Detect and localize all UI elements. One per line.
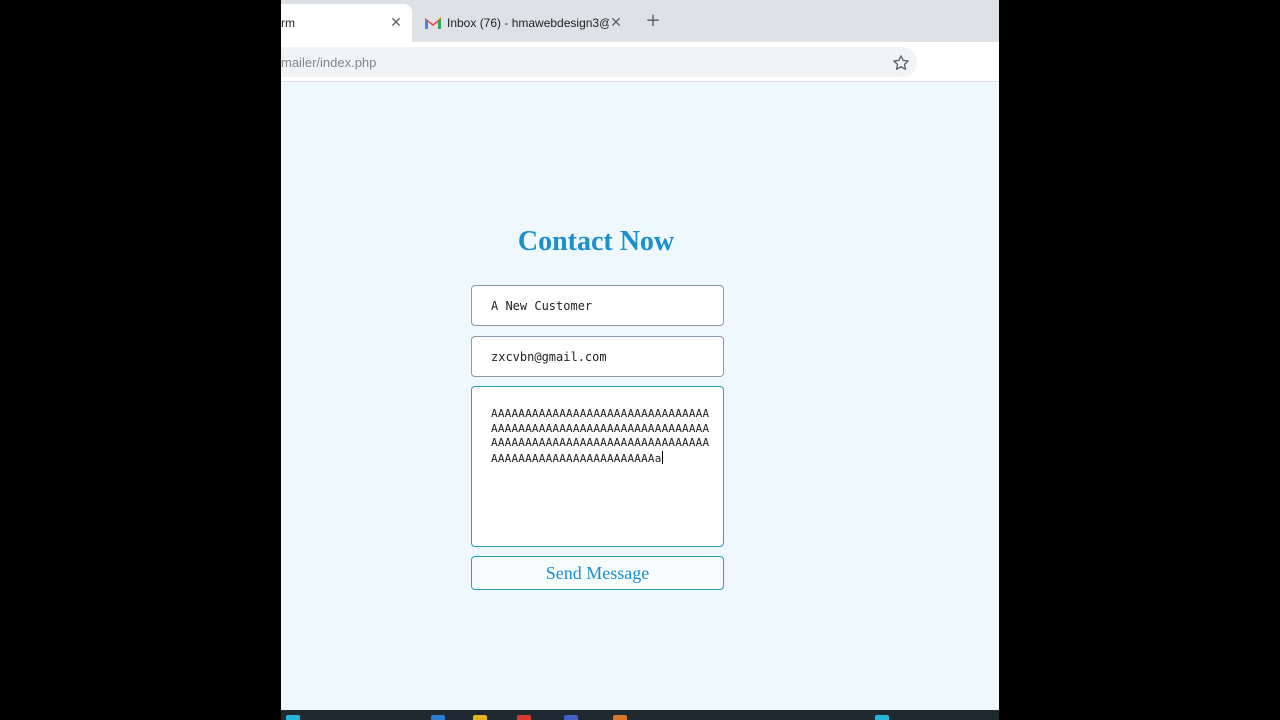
taskbar-app-icon[interactable] [613,715,627,720]
gmail-icon [425,17,441,29]
bookmark-star-icon[interactable] [892,54,910,72]
message-text: AAAAAAAAAAAAAAAAAAAAAAAAAAAAAAAAAAAAAAAA… [491,407,710,465]
url-text: mailer/index.php [281,55,377,70]
taskbar-app-icon[interactable] [431,715,445,720]
new-tab-button[interactable]: + [643,11,663,31]
tab-title: Inbox (76) - hmawebdesign3@gmail [447,16,609,30]
message-textarea[interactable]: AAAAAAAAAAAAAAAAAAAAAAAAAAAAAAAAAAAAAAAA… [471,386,724,547]
browser-window: rm ✕ Inbox (76) - hmawebdesign3@gmail ✕ … [281,0,999,720]
taskbar [281,710,999,720]
taskbar-app-icon[interactable] [517,715,531,720]
send-message-button[interactable]: Send Message [471,556,724,590]
close-icon[interactable]: ✕ [608,14,624,30]
tab-strip: rm ✕ Inbox (76) - hmawebdesign3@gmail ✕ … [281,0,999,42]
address-toolbar: mailer/index.php [281,42,999,82]
taskbar-app-icon[interactable] [473,715,487,720]
email-input[interactable]: zxcvbn@gmail.com [471,336,724,377]
taskbar-app-icon[interactable] [564,715,578,720]
text-cursor [661,450,663,464]
page-title: Contact Now [517,226,675,257]
taskbar-app-icon[interactable] [875,715,889,720]
tab-active[interactable]: rm ✕ [281,4,412,42]
name-input[interactable]: A New Customer [471,285,724,326]
tab-gmail-inbox[interactable]: Inbox (76) - hmawebdesign3@gmail ✕ [421,4,624,42]
tab-title: rm [281,16,295,30]
taskbar-app-icon[interactable] [286,715,300,720]
close-icon[interactable]: ✕ [388,14,404,30]
address-bar[interactable]: mailer/index.php [281,47,917,77]
